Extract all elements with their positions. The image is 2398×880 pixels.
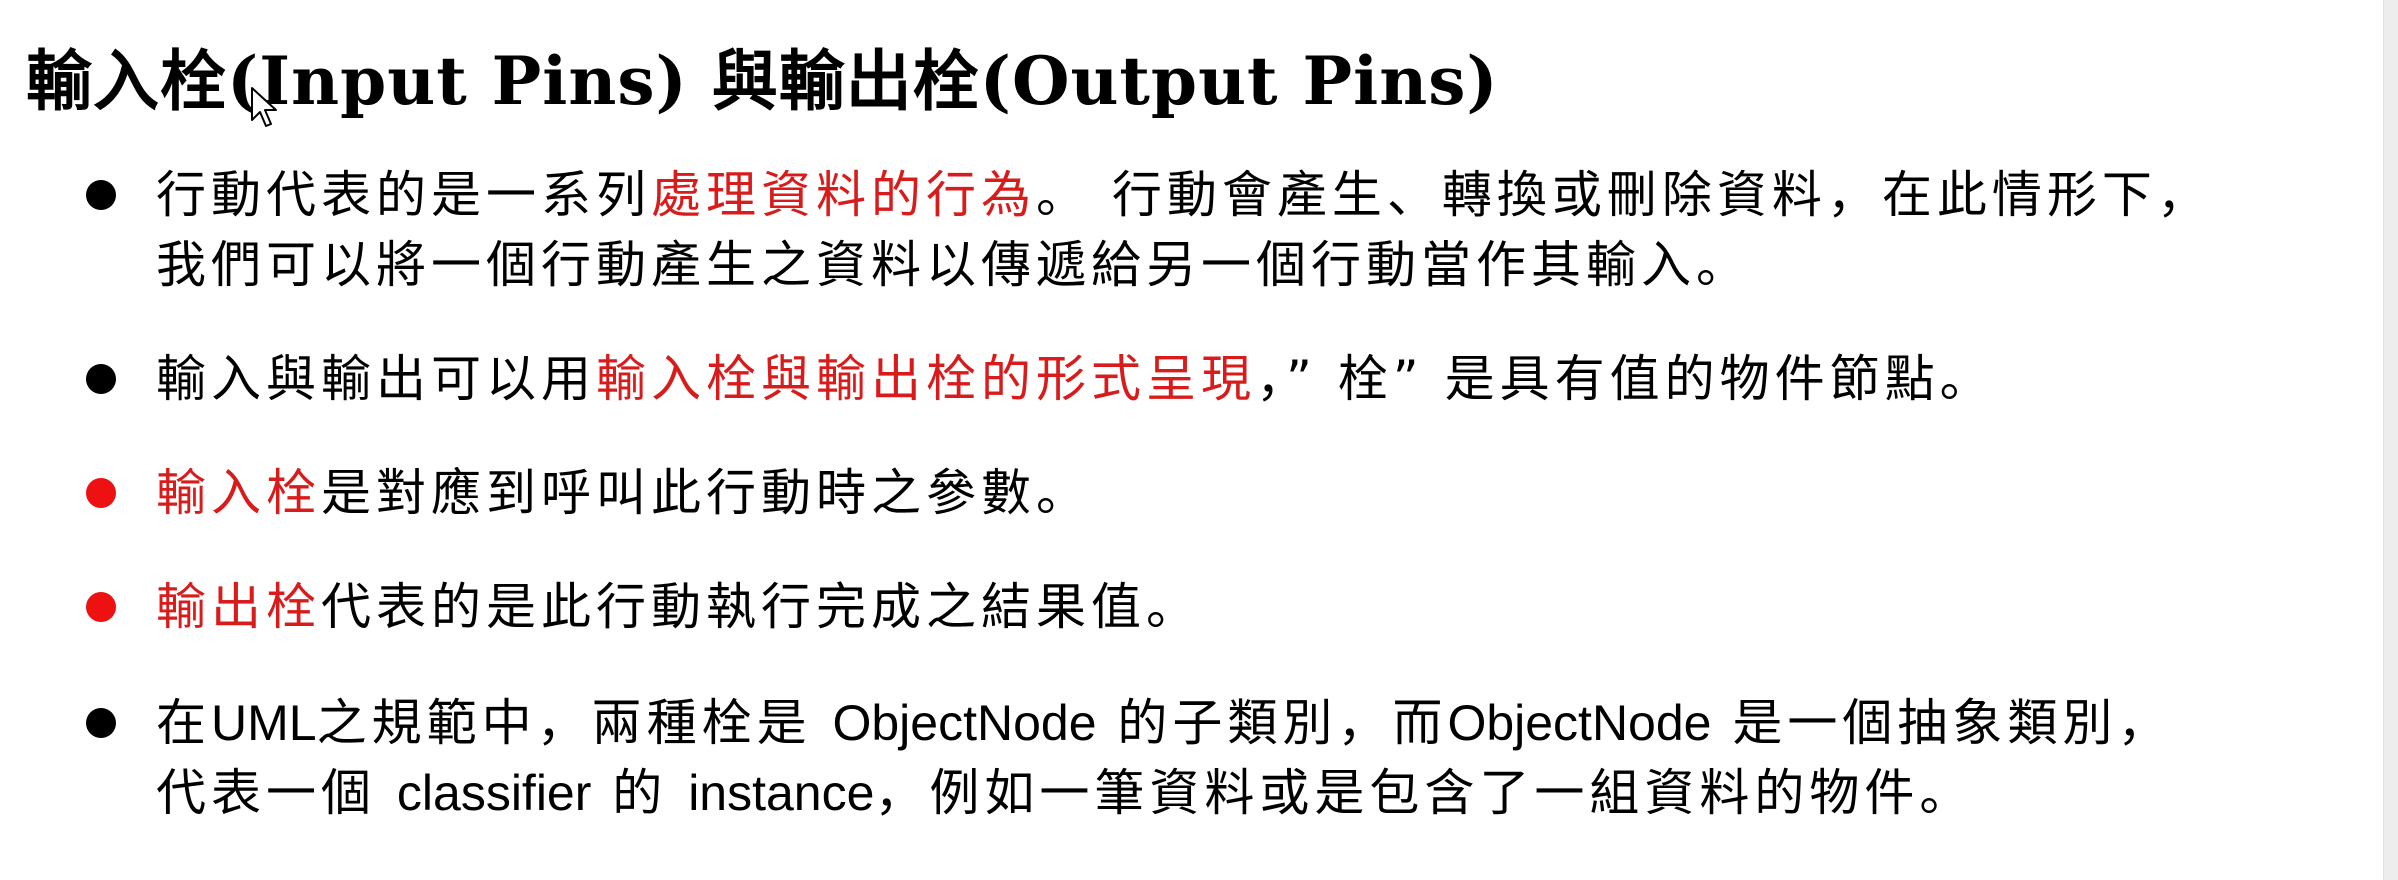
bullet-1-text-b: 。 行動會產生、轉換或刪除資料，在此情形下， xyxy=(1036,166,2212,224)
slide-title: 輸入栓(Input Pins) 與輸出栓(Output Pins) xyxy=(26,42,1499,120)
bullet-5-text-b: 之規範中，兩種栓是 xyxy=(316,694,833,752)
bullet-2-line-1: 輸入與輸出可以用輸入栓與輸出栓的形式呈現，” 栓” 是具有值的物件節點。 xyxy=(156,344,2346,414)
bullet-2-text-b: ，” 栓” 是具有值的物件節點。 xyxy=(1256,350,1995,408)
bullet-item-4: 輸出栓代表的是此行動執行完成之結果值。 xyxy=(86,572,2346,642)
bullet-item-5: 在UML之規範中，兩種栓是 ObjectNode 的子類別，而ObjectNod… xyxy=(86,688,2346,828)
bullet-dot-icon xyxy=(86,708,116,738)
bullet-5-text-d: 是一個抽象類別， xyxy=(1711,694,2173,752)
bullet-list: 行動代表的是一系列處理資料的行為。 行動會產生、轉換或刪除資料，在此情形下， 我… xyxy=(86,160,2346,858)
uml-term: UML xyxy=(211,695,317,751)
bullet-5-text-e: 代表一個 xyxy=(156,764,397,822)
mouse-cursor-icon xyxy=(251,87,277,127)
bullet-4-text-b: 代表的是此行動執行完成之結果值。 xyxy=(321,578,1201,636)
bullet-2-highlight: 輸入栓與輸出栓的形式呈現 xyxy=(596,350,1256,408)
bullet-item-1: 行動代表的是一系列處理資料的行為。 行動會產生、轉換或刪除資料，在此情形下， 我… xyxy=(86,160,2346,300)
bullet-dot-red-icon xyxy=(86,592,116,622)
bullet-4-line-1: 輸出栓代表的是此行動執行完成之結果值。 xyxy=(156,572,2346,642)
bullet-5-text-c: 的子類別，而 xyxy=(1096,694,1448,752)
bullet-1-text-a: 行動代表的是一系列 xyxy=(156,166,651,224)
objectnode-term: ObjectNode xyxy=(832,695,1097,751)
bullet-dot-icon xyxy=(86,180,116,210)
bullet-3-line-1: 輸入栓是對應到呼叫此行動時之參數。 xyxy=(156,458,2346,528)
bullet-dot-icon xyxy=(86,364,116,394)
bullet-item-2: 輸入與輸出可以用輸入栓與輸出栓的形式呈現，” 栓” 是具有值的物件節點。 xyxy=(86,344,2346,414)
instance-term: instance xyxy=(688,765,875,821)
bullet-5-text-g: ，例如一筆資料或是包含了一組資料的物件。 xyxy=(874,764,1975,822)
bullet-5-text-f: 的 xyxy=(591,764,689,822)
window-right-edge xyxy=(2383,0,2398,880)
bullet-item-3: 輸入栓是對應到呼叫此行動時之參數。 xyxy=(86,458,2346,528)
bullet-5-line-1: 在UML之規範中，兩種栓是 ObjectNode 的子類別，而ObjectNod… xyxy=(156,688,2346,758)
bullet-4-highlight: 輸出栓 xyxy=(156,578,321,636)
bullet-1-line-2: 我們可以將一個行動產生之資料以傳遞給另一個行動當作其輸入。 xyxy=(156,236,1751,294)
bullet-dot-red-icon xyxy=(86,478,116,508)
bullet-3-highlight: 輸入栓 xyxy=(156,464,321,522)
classifier-term: classifier xyxy=(396,765,592,821)
objectnode-term: ObjectNode xyxy=(1447,695,1712,751)
bullet-2-text-a: 輸入與輸出可以用 xyxy=(156,350,596,408)
bullet-1-highlight: 處理資料的行為 xyxy=(651,166,1036,224)
bullet-1-line-1: 行動代表的是一系列處理資料的行為。 行動會產生、轉換或刪除資料，在此情形下， xyxy=(156,160,2346,230)
bullet-3-text-b: 是對應到呼叫此行動時之參數。 xyxy=(321,464,1091,522)
bullet-5-text-a: 在 xyxy=(156,694,211,752)
bullet-5-line-2: 代表一個 classifier 的 instance，例如一筆資料或是包含了一組… xyxy=(156,758,2346,828)
